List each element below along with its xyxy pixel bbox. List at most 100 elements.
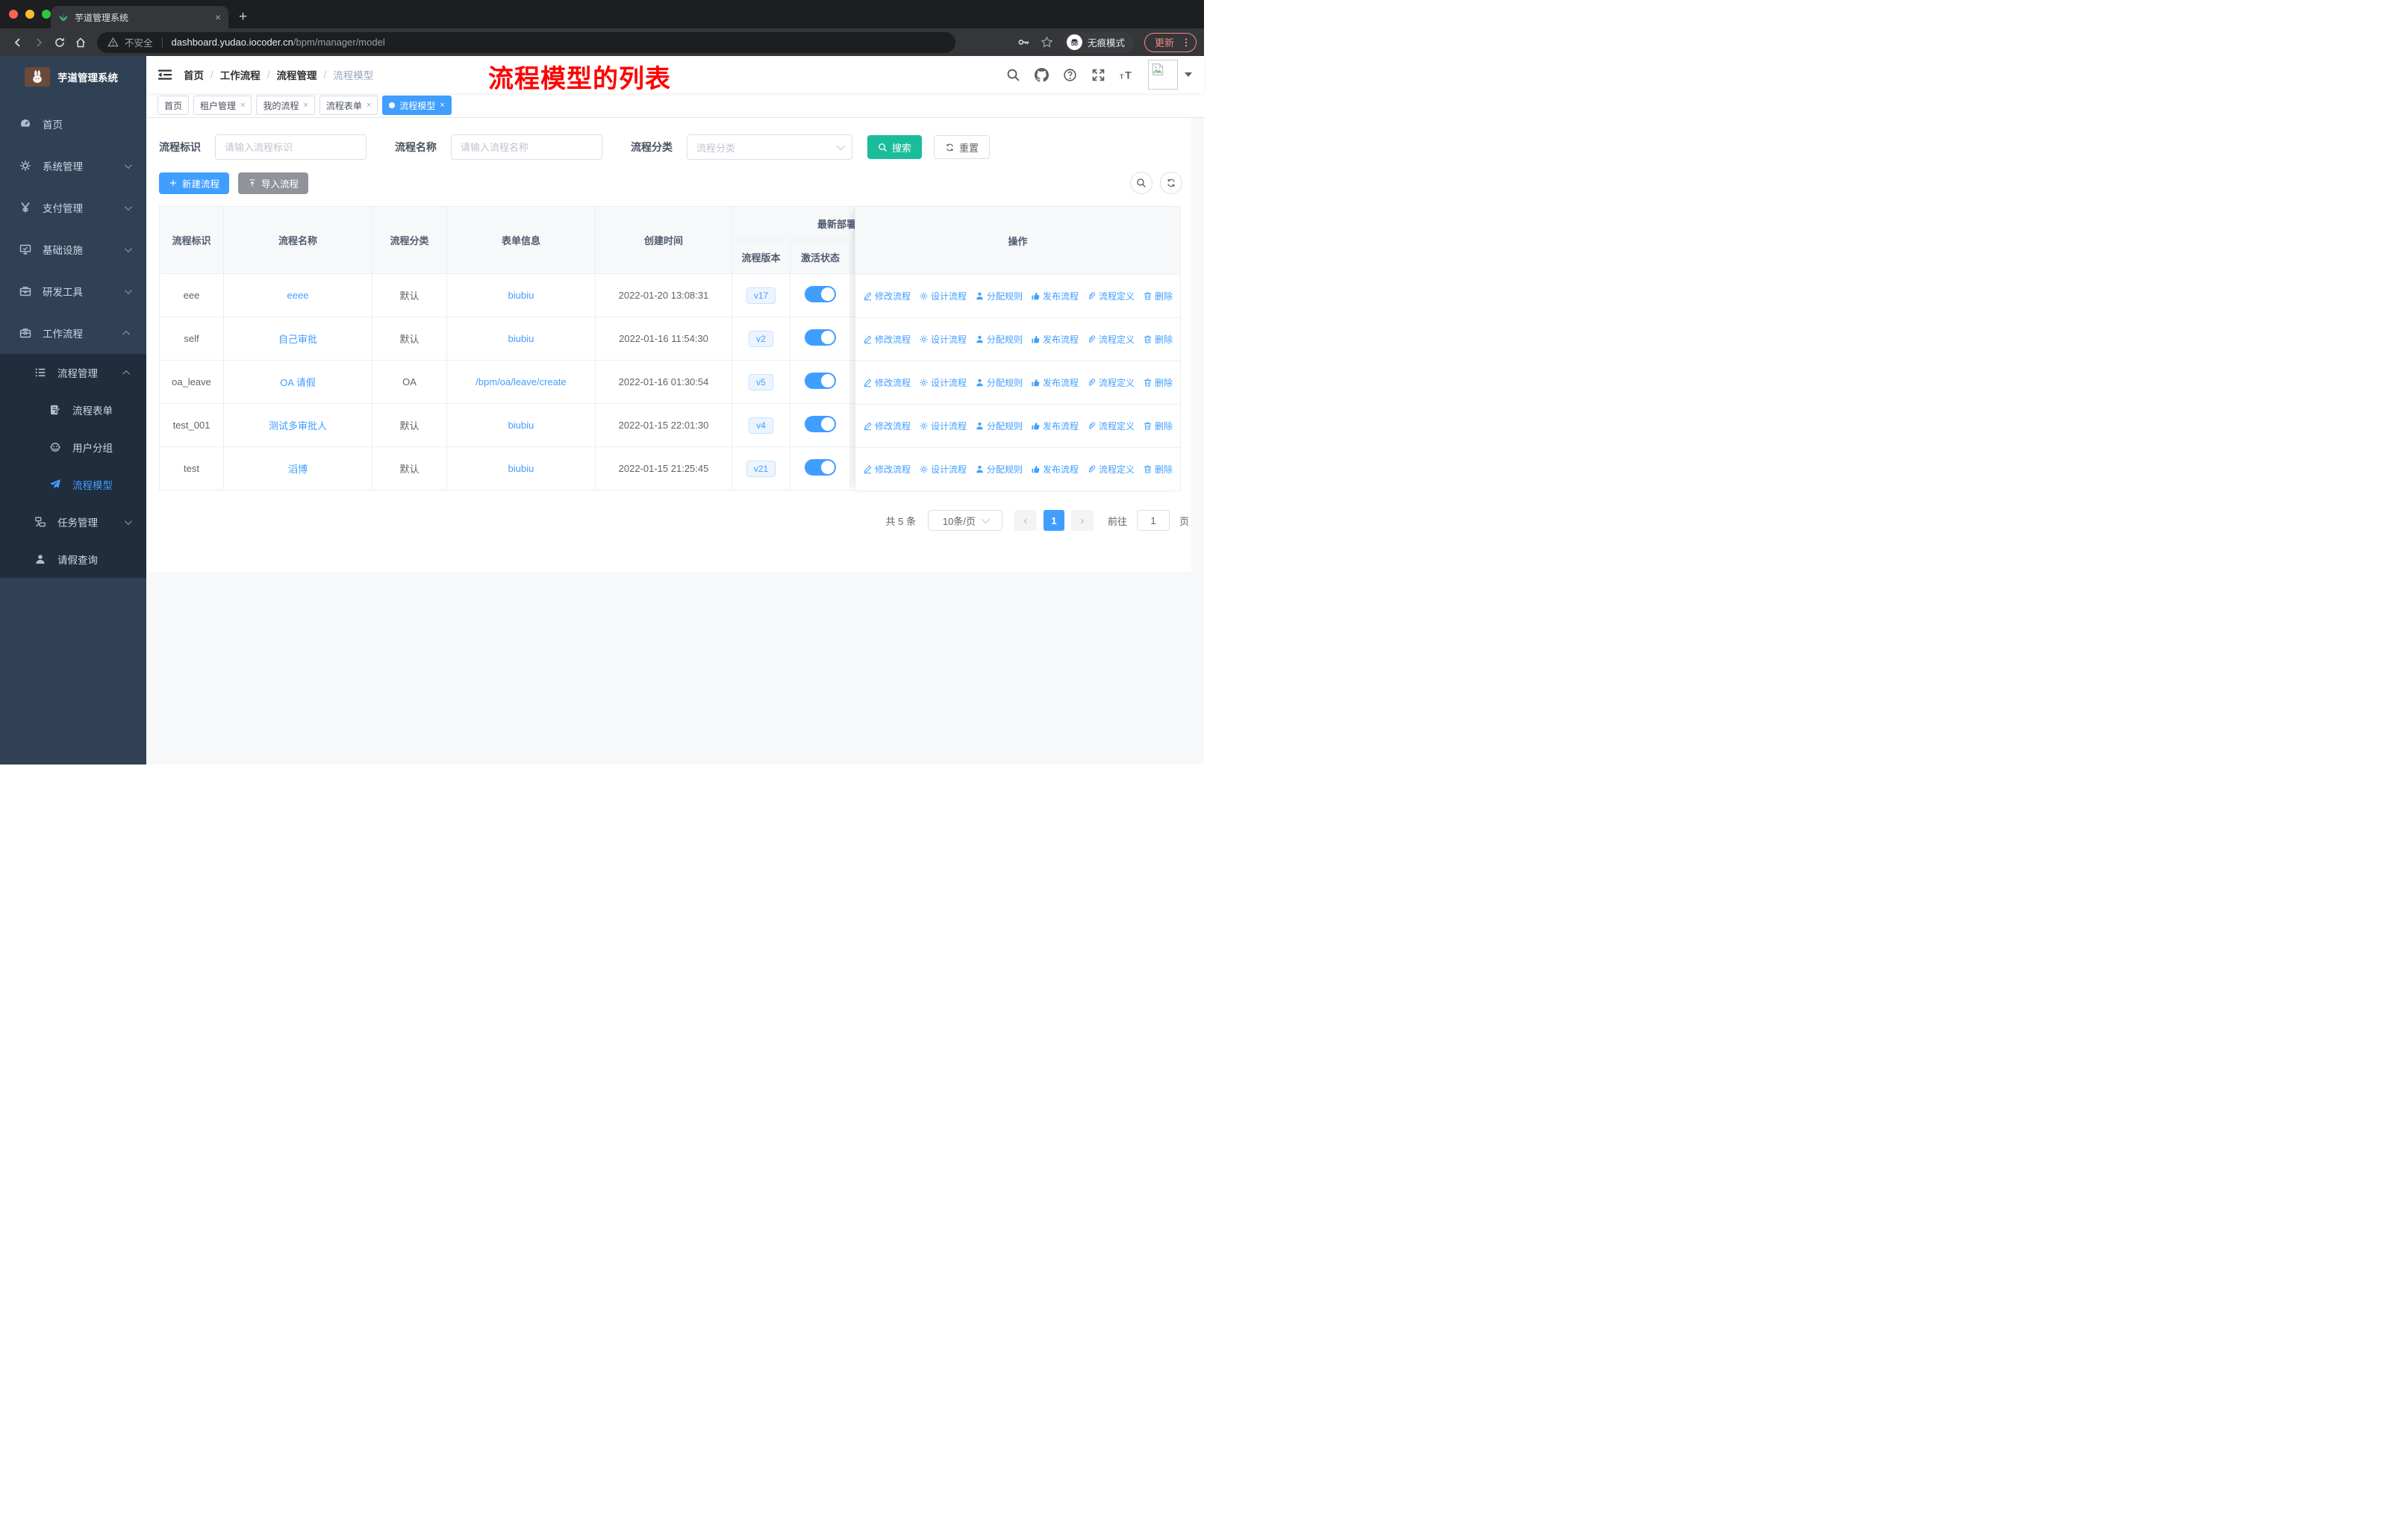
user-menu[interactable] [1148, 60, 1192, 90]
tag-租户管理[interactable]: 租户管理 × [193, 96, 252, 115]
sidebar-item-bpm-model[interactable]: 流程模型 [0, 466, 146, 503]
sidebar-item-system[interactable]: 系统管理 [0, 145, 146, 187]
delete-action-link[interactable]: 删除 [1143, 290, 1173, 302]
filter-key-input[interactable] [215, 134, 366, 160]
new-tab-button[interactable]: + [239, 9, 247, 25]
modify-action-link[interactable]: 修改流程 [863, 290, 911, 302]
sidebar-item-bpm-manage[interactable]: 流程管理 [0, 354, 146, 391]
sidebar-item-user-group[interactable]: 用户分组 [0, 429, 146, 466]
publish-action-link[interactable]: 发布流程 [1031, 463, 1079, 476]
modify-action-link[interactable]: 修改流程 [863, 463, 911, 476]
next-page-button[interactable]: › [1070, 510, 1094, 531]
page-size-select[interactable]: 10条/页 [927, 510, 1002, 531]
cell-name-link[interactable]: 自己审批 [278, 334, 317, 345]
back-button[interactable] [7, 32, 28, 53]
delete-action-link[interactable]: 删除 [1143, 333, 1173, 346]
tag-流程表单[interactable]: 流程表单 × [319, 96, 378, 115]
assign-action-link[interactable]: 分配规则 [975, 333, 1023, 346]
tag-close-icon[interactable]: × [366, 101, 371, 110]
assign-action-link[interactable]: 分配规则 [975, 376, 1023, 389]
publish-action-link[interactable]: 发布流程 [1031, 420, 1079, 432]
design-action-link[interactable]: 设计流程 [919, 333, 967, 346]
modify-action-link[interactable]: 修改流程 [863, 376, 911, 389]
goto-page-input[interactable] [1136, 510, 1170, 531]
fontsize-icon[interactable] [1120, 68, 1134, 82]
cell-name-link[interactable]: 滔博 [288, 464, 308, 475]
search-button[interactable]: 搜索 [867, 135, 923, 159]
security-label[interactable]: 不安全 [125, 35, 153, 49]
github-icon[interactable] [1035, 68, 1049, 82]
window-controls[interactable] [9, 10, 51, 19]
browser-menu-icon[interactable] [1181, 37, 1191, 48]
sidebar-item-leave-query[interactable]: 请假查询 [0, 541, 146, 578]
assign-action-link[interactable]: 分配规则 [975, 420, 1023, 432]
definition-action-link[interactable]: 流程定义 [1087, 333, 1135, 346]
current-page-button[interactable]: 1 [1043, 510, 1064, 531]
forward-button[interactable] [28, 32, 49, 53]
design-action-link[interactable]: 设计流程 [919, 463, 967, 476]
sidebar-item-devtools[interactable]: 研发工具 [0, 270, 146, 312]
cell-name-link[interactable]: eeee [287, 290, 309, 301]
reset-button[interactable]: 重置 [934, 135, 991, 159]
address-bar[interactable]: 不安全 dashboard.yudao.iocoder.cn/bpm/manag… [97, 31, 955, 53]
import-process-button[interactable]: 导入流程 [238, 172, 309, 194]
delete-action-link[interactable]: 删除 [1143, 463, 1173, 476]
cell-form-link[interactable]: biubiu [508, 290, 534, 301]
tab-close-icon[interactable]: × [215, 11, 221, 23]
fullscreen-icon[interactable] [1091, 68, 1105, 82]
cell-name-link[interactable]: 测试多审批人 [269, 420, 327, 432]
assign-action-link[interactable]: 分配规则 [975, 463, 1023, 476]
sidebar-item-home[interactable]: 首页 [0, 103, 146, 145]
design-action-link[interactable]: 设计流程 [919, 376, 967, 389]
active-toggle[interactable] [805, 373, 836, 389]
bookmark-star-icon[interactable] [1041, 36, 1053, 49]
avatar[interactable] [1148, 60, 1178, 90]
cell-form-link[interactable]: biubiu [508, 420, 534, 431]
active-toggle[interactable] [805, 286, 836, 302]
search-icon[interactable] [1006, 68, 1020, 82]
active-toggle[interactable] [805, 416, 836, 432]
cell-form-link[interactable]: biubiu [508, 463, 534, 474]
toggle-search-button[interactable] [1130, 172, 1152, 194]
sidebar-item-task-manage[interactable]: 任务管理 [0, 503, 146, 541]
url-text[interactable]: dashboard.yudao.iocoder.cn/bpm/manager/m… [172, 36, 385, 49]
design-action-link[interactable]: 设计流程 [919, 420, 967, 432]
refresh-table-button[interactable] [1160, 172, 1182, 194]
sidebar-item-bpm-form[interactable]: 流程表单 [0, 391, 146, 429]
sidebar-item-payment[interactable]: 支付管理 [0, 187, 146, 228]
delete-action-link[interactable]: 删除 [1143, 420, 1173, 432]
create-process-button[interactable]: 新建流程 [159, 172, 230, 194]
cell-form-link[interactable]: biubiu [508, 333, 534, 344]
filter-category-select[interactable]: 流程分类 [687, 134, 852, 160]
breadcrumb-item[interactable]: 首页 [184, 67, 204, 82]
breadcrumb-item[interactable]: 工作流程 [220, 67, 261, 82]
assign-action-link[interactable]: 分配规则 [975, 290, 1023, 302]
cell-name-link[interactable]: OA 请假 [280, 377, 316, 388]
active-toggle[interactable] [805, 329, 836, 346]
chrome-update-button[interactable]: 更新 [1144, 32, 1197, 52]
filter-name-input[interactable] [451, 134, 602, 160]
zoom-window-button[interactable] [42, 10, 51, 19]
tag-close-icon[interactable]: × [303, 101, 308, 110]
delete-action-link[interactable]: 删除 [1143, 376, 1173, 389]
sidebar-logo[interactable]: 芋道管理系统 [0, 56, 146, 97]
publish-action-link[interactable]: 发布流程 [1031, 290, 1079, 302]
definition-action-link[interactable]: 流程定义 [1087, 290, 1135, 302]
hamburger-icon[interactable] [158, 69, 172, 81]
browser-tab[interactable]: 芋道管理系统 × [51, 6, 228, 28]
tag-首页[interactable]: 首页 [157, 96, 190, 115]
tag-close-icon[interactable]: × [440, 101, 444, 110]
modify-action-link[interactable]: 修改流程 [863, 333, 911, 346]
tag-我的流程[interactable]: 我的流程 × [256, 96, 315, 115]
close-window-button[interactable] [9, 10, 18, 19]
modify-action-link[interactable]: 修改流程 [863, 420, 911, 432]
active-toggle[interactable] [805, 459, 836, 476]
tag-流程模型[interactable]: 流程模型 × [382, 96, 452, 115]
definition-action-link[interactable]: 流程定义 [1087, 376, 1135, 389]
minimize-window-button[interactable] [25, 10, 34, 19]
definition-action-link[interactable]: 流程定义 [1087, 420, 1135, 432]
definition-action-link[interactable]: 流程定义 [1087, 463, 1135, 476]
tag-close-icon[interactable]: × [240, 101, 245, 110]
reload-button[interactable] [49, 32, 70, 53]
cell-form-link[interactable]: /bpm/oa/leave/create [475, 376, 566, 387]
